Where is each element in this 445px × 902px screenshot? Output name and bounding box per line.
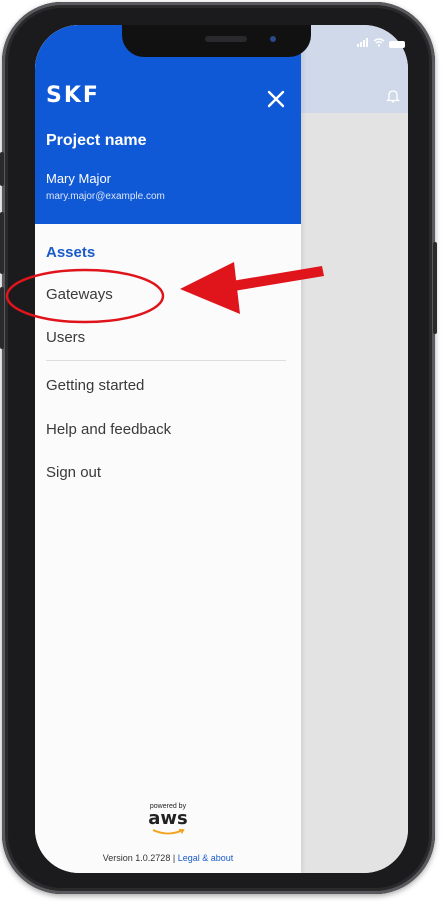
user-email: mary.major@example.com [46,191,165,202]
close-icon[interactable] [265,88,287,110]
phone-mute-switch [0,152,4,186]
skf-logo: SKF [46,83,100,108]
phone-camera [270,36,276,42]
signal-icon [357,38,369,50]
battery-icon [389,40,405,48]
app-content-overlay[interactable] [301,113,408,873]
nav-item-assets[interactable]: Assets [46,244,95,261]
aws-powered-by-logo: powered by aws [139,803,197,836]
phone-speaker [205,36,247,42]
phone-volume-up [0,212,4,274]
bell-icon[interactable] [385,89,401,103]
nav-item-sign-out[interactable]: Sign out [46,464,101,481]
wifi-icon [373,38,385,50]
aws-wordmark: aws [148,808,188,829]
legal-and-about-link[interactable]: Legal & about [178,853,234,863]
phone-volume-down [0,287,4,349]
phone-screen: SKF Project name Mary Major mary.major@e… [35,25,408,873]
user-name: Mary Major [46,171,112,186]
navigation-drawer: SKF Project name Mary Major mary.major@e… [35,25,301,873]
aws-smile-icon [152,829,185,835]
nav-item-gateways[interactable]: Gateways [46,286,113,303]
version-text: Version 1.0.2728 | [102,853,176,863]
nav-item-users[interactable]: Users [46,329,85,346]
nav-item-help-and-feedback[interactable]: Help and feedback [46,421,171,438]
version-line: Version 1.0.2728 | Legal & about [35,853,301,863]
phone-power-button [433,242,437,334]
project-name: Project name [46,132,147,149]
nav-item-getting-started[interactable]: Getting started [46,377,144,394]
status-bar [357,38,405,50]
nav-divider [46,360,286,361]
